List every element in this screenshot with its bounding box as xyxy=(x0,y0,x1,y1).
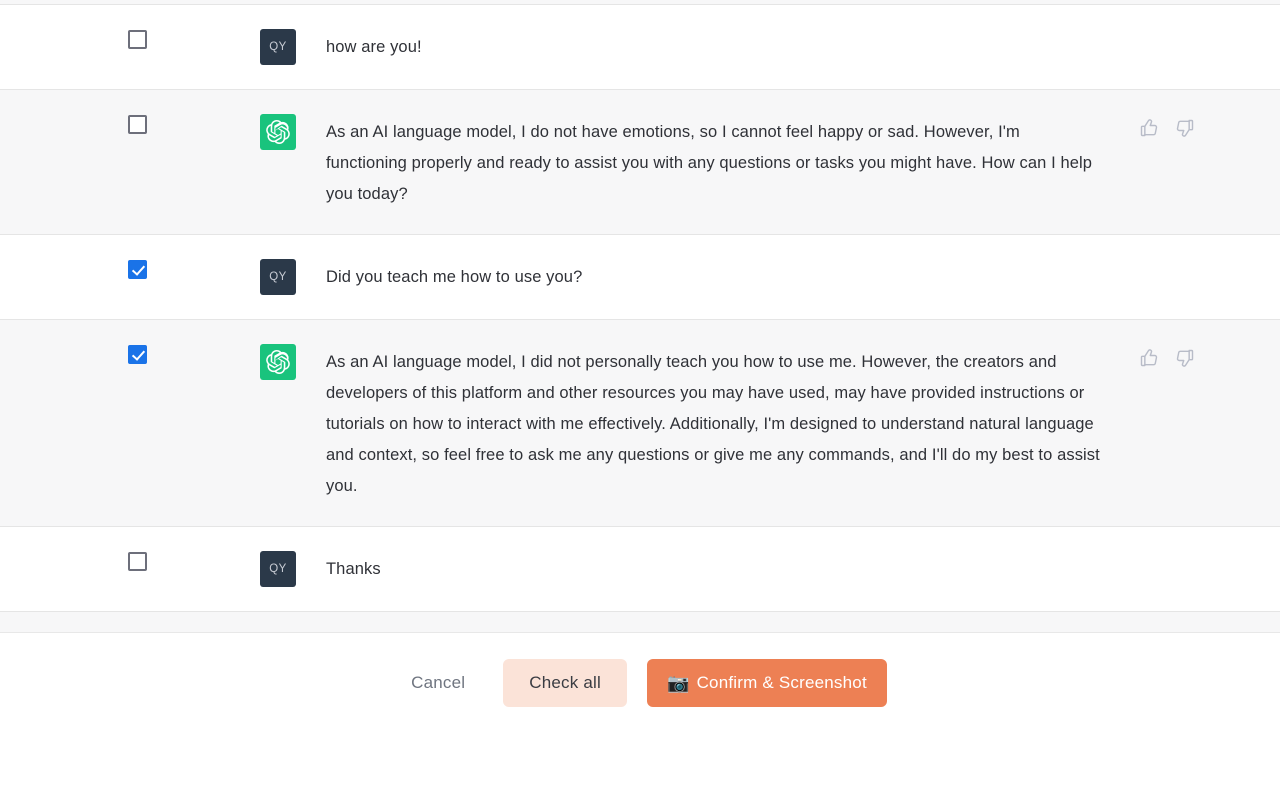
feedback-controls xyxy=(1139,118,1195,138)
message-text-column: how are you! xyxy=(326,29,1280,63)
avatar-column xyxy=(260,344,326,380)
feedback-controls xyxy=(1139,348,1195,368)
checkbox-column xyxy=(0,114,260,134)
confirm-screenshot-label: Confirm & Screenshot xyxy=(696,672,867,692)
message-select-checkbox[interactable] xyxy=(128,115,147,134)
message-row: As an AI language model, I do not have e… xyxy=(0,90,1280,235)
user-avatar-qy: QY xyxy=(260,259,296,295)
cancel-button[interactable]: Cancel xyxy=(393,661,483,705)
openai-logo-icon xyxy=(260,344,296,380)
message-row: As an AI language model, I did not perso… xyxy=(0,320,1280,527)
openai-logo-icon xyxy=(260,114,296,150)
thumbs-down-icon[interactable] xyxy=(1175,118,1195,138)
message-text: how are you! xyxy=(326,38,422,56)
thumbs-up-icon[interactable] xyxy=(1139,118,1159,138)
message-text: As an AI language model, I did not perso… xyxy=(326,353,1105,495)
message-list: QY how are you! As an AI language model, I… xyxy=(0,5,1280,612)
avatar-column: QY xyxy=(260,259,326,295)
message-text-column: As an AI language model, I did not perso… xyxy=(326,344,1280,502)
message-row: QY how are you! xyxy=(0,5,1280,90)
avatar-initials: QY xyxy=(269,563,287,575)
message-select-checkbox[interactable] xyxy=(128,552,147,571)
message-select-checkbox[interactable] xyxy=(128,260,147,279)
message-text-column: Thanks xyxy=(326,551,1280,585)
footer-divider-strip xyxy=(0,612,1280,633)
checkbox-column xyxy=(0,29,260,49)
avatar-column: QY xyxy=(260,29,326,65)
message-select-checkbox[interactable] xyxy=(128,345,147,364)
message-select-checkbox[interactable] xyxy=(128,30,147,49)
message-text-column: As an AI language model, I do not have e… xyxy=(326,114,1280,210)
screenshot-selection-dialog: QY how are you! As an AI language model, I… xyxy=(0,0,1280,800)
avatar-initials: QY xyxy=(269,271,287,283)
checkbox-column xyxy=(0,344,260,364)
message-row: QY Did you teach me how to use you? xyxy=(0,235,1280,320)
openai-logo-glyph xyxy=(266,350,290,374)
confirm-screenshot-button[interactable]: 📷 Confirm & Screenshot xyxy=(646,658,887,707)
action-bar: Cancel Check all 📷 Confirm & Screenshot xyxy=(0,633,1280,732)
message-text: As an AI language model, I do not have e… xyxy=(326,123,1097,203)
avatar-initials: QY xyxy=(269,41,287,53)
checkbox-column xyxy=(0,259,260,279)
user-avatar-qy: QY xyxy=(260,29,296,65)
user-avatar-qy: QY xyxy=(260,551,296,587)
message-text: Thanks xyxy=(326,560,381,578)
openai-logo-glyph xyxy=(266,120,290,144)
avatar-column xyxy=(260,114,326,150)
message-text: Did you teach me how to use you? xyxy=(326,268,583,286)
thumbs-up-icon[interactable] xyxy=(1139,348,1159,368)
thumbs-down-icon[interactable] xyxy=(1175,348,1195,368)
camera-icon: 📷 xyxy=(666,672,690,693)
checkbox-column xyxy=(0,551,260,571)
avatar-column: QY xyxy=(260,551,326,587)
check-all-button[interactable]: Check all xyxy=(503,658,627,707)
message-row: QY Thanks xyxy=(0,527,1280,612)
message-text-column: Did you teach me how to use you? xyxy=(326,259,1280,293)
